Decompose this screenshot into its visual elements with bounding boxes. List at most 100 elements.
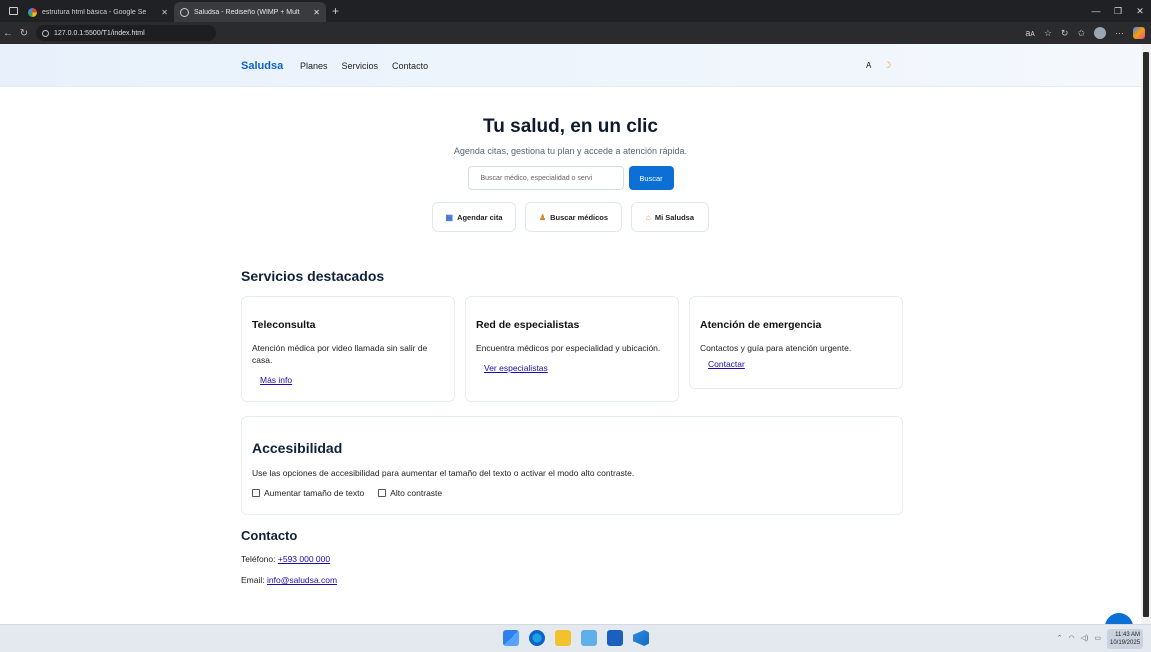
search-input[interactable]: Buscar médico, especialidad o servi [467, 166, 624, 190]
main-nav: Planes Servicios Contacto [300, 61, 428, 71]
card-link[interactable]: Más info [260, 375, 292, 385]
page: Saludsa Planes Servicios Contacto A ☽ Tu… [0, 44, 1141, 624]
card-text: Contactos y guía para atención urgente. [700, 343, 852, 353]
address-bar-row: ← ↻ 127.0.0.1:5500/T1/index.html [0, 22, 1151, 44]
search-form: Buscar médico, especialidad o servi Busc… [0, 166, 1141, 190]
home-icon: ⌂ [645, 212, 651, 222]
service-card: Red de especialistas Encuentra médicos p… [465, 296, 679, 402]
phone-label: Teléfono: [241, 554, 276, 564]
word-icon[interactable] [607, 630, 623, 646]
favorites-icon[interactable]: ✩ [1077, 28, 1085, 39]
schedule-appointment-button[interactable]: ▦ Agendar cita [432, 202, 516, 232]
store-icon[interactable] [581, 630, 597, 646]
read-aloud-icon[interactable]: aᴀ [1025, 28, 1034, 38]
accessibility-options: Aumentar tamaño de texto Alto contraste [252, 488, 892, 498]
volume-icon[interactable]: ◁) [1081, 634, 1089, 642]
nav-link-contacto[interactable]: Contacto [392, 61, 428, 71]
card-link[interactable]: Ver especialistas [484, 363, 548, 373]
close-icon[interactable]: ✕ [161, 8, 168, 17]
site-info-icon[interactable] [42, 29, 49, 37]
quick-actions: ▦ Agendar cita ♟ Buscar médicos ⌂ Mi Sal… [0, 202, 1141, 232]
high-contrast-option[interactable]: Alto contraste [378, 488, 442, 498]
windows-taskbar: ⌃ ◠ ◁) ▭ 11:43 AM 10/19/2025 [0, 624, 1151, 652]
my-saludsa-button[interactable]: ⌂ Mi Saludsa [631, 202, 709, 232]
minimize-icon[interactable]: — [1085, 6, 1107, 16]
card-link[interactable]: Contactar [708, 359, 745, 369]
larger-text-option[interactable]: Aumentar tamaño de texto [252, 488, 364, 498]
phone-line: Teléfono: +593 000 000 [241, 554, 337, 564]
brand-logo[interactable]: Saludsa [241, 60, 283, 72]
tab-title: estrutura html básica - Google Se [42, 8, 147, 16]
quick-action-label: Agendar cita [457, 212, 503, 222]
file-explorer-icon[interactable] [555, 630, 571, 646]
clock[interactable]: 11:43 AM 10/19/2025 [1107, 629, 1143, 649]
checkbox[interactable] [378, 489, 387, 497]
profile-avatar[interactable] [1094, 27, 1106, 39]
chevron-up-icon[interactable]: ⌃ [1057, 634, 1063, 642]
battery-icon[interactable]: ▭ [1094, 634, 1101, 642]
search-button[interactable]: Buscar [628, 166, 674, 190]
new-tab-icon[interactable]: + [332, 4, 339, 18]
card-text: Encuentra médicos por especialidad y ubi… [476, 343, 661, 353]
calendar-icon: ▦ [445, 212, 454, 222]
system-tray: ⌃ ◠ ◁) ▭ [1057, 634, 1101, 642]
tab-title: Saludsa - Rediseño (WIMP + Mult [194, 8, 300, 16]
toolbar-actions: aᴀ ☆ ↻ ✩ ··· [1025, 22, 1145, 44]
phone-link[interactable]: +593 000 000 [278, 554, 330, 564]
google-icon [28, 7, 37, 17]
option-label: Aumentar tamaño de texto [264, 488, 365, 498]
globe-icon [180, 7, 189, 17]
font-size-toggle[interactable]: A [866, 61, 871, 70]
quick-action-label: Buscar médicos [550, 212, 609, 222]
taskbar-apps [503, 630, 649, 646]
restore-icon[interactable]: ❐ [1107, 6, 1129, 17]
quick-action-label: Mi Saludsa [654, 212, 695, 222]
start-icon[interactable] [503, 630, 519, 646]
scrollbar-thumb[interactable] [1143, 52, 1149, 617]
option-label: Alto contraste [390, 488, 443, 498]
nav-link-planes[interactable]: Planes [300, 61, 328, 71]
favorite-star-icon[interactable]: ☆ [1044, 28, 1052, 39]
wifi-icon[interactable]: ◠ [1069, 634, 1075, 642]
find-doctors-button[interactable]: ♟ Buscar médicos [525, 202, 622, 232]
contact-section: Contacto Teléfono: +593 000 000 Email: i… [241, 528, 337, 585]
hero-subtitle: Agenda citas, gestiona tu plan y accede … [453, 146, 688, 156]
card-title: Atención de emergencia [700, 319, 822, 331]
email-label: Email: [241, 575, 265, 585]
service-card: Atención de emergencia Contactos y guía … [689, 296, 903, 389]
services-title: Servicios destacados [241, 268, 385, 284]
card-text: Atención médica por video llamada sin sa… [252, 343, 428, 365]
site-header: Saludsa Planes Servicios Contacto A ☽ [0, 44, 1141, 87]
moon-icon[interactable]: ☽ [883, 60, 891, 71]
more-icon[interactable]: ··· [1115, 28, 1124, 38]
nav-link-servicios[interactable]: Servicios [342, 61, 379, 71]
browser-tab-bar: estrutura html básica - Google Se ✕ Salu… [0, 0, 1151, 22]
window-menu-icon[interactable] [4, 2, 22, 20]
copilot-icon[interactable] [1133, 27, 1145, 39]
hero-title: Tu salud, en un clic [483, 116, 658, 137]
accessibility-text: Use las opciones de accesibilidad para a… [252, 468, 635, 478]
url-field[interactable]: 127.0.0.1:5500/T1/index.html [36, 25, 216, 41]
header-controls: A ☽ [866, 60, 891, 71]
email-line: Email: info@saludsa.com [241, 575, 337, 585]
accessibility-panel: Accesibilidad Use las opciones de accesi… [241, 416, 903, 515]
service-cards: Teleconsulta Atención médica por video l… [241, 296, 903, 402]
browser-tab[interactable]: estrutura html básica - Google Se ✕ [22, 2, 174, 22]
email-link[interactable]: info@saludsa.com [267, 575, 337, 585]
edge-icon[interactable] [529, 630, 545, 646]
checkbox[interactable] [252, 489, 260, 497]
page-scrollbar[interactable] [1141, 44, 1151, 624]
service-card: Teleconsulta Atención médica por video l… [241, 296, 455, 402]
browser-tab-active[interactable]: Saludsa - Rediseño (WIMP + Mult ✕ [174, 2, 326, 22]
close-window-icon[interactable]: ✕ [1129, 6, 1151, 17]
refresh-extension-icon[interactable]: ↻ [1061, 28, 1069, 39]
floating-action-button[interactable] [1105, 613, 1133, 624]
close-icon[interactable]: ✕ [313, 8, 320, 17]
person-icon: ♟ [538, 212, 547, 222]
reload-icon[interactable]: ↻ [16, 28, 32, 39]
vscode-icon[interactable] [633, 630, 649, 646]
accessibility-title: Accesibilidad [252, 440, 343, 456]
hero: Tu salud, en un clic Agenda citas, gesti… [0, 87, 1141, 232]
back-icon[interactable]: ← [0, 28, 16, 39]
clock-date: 10/19/2025 [1110, 640, 1141, 646]
